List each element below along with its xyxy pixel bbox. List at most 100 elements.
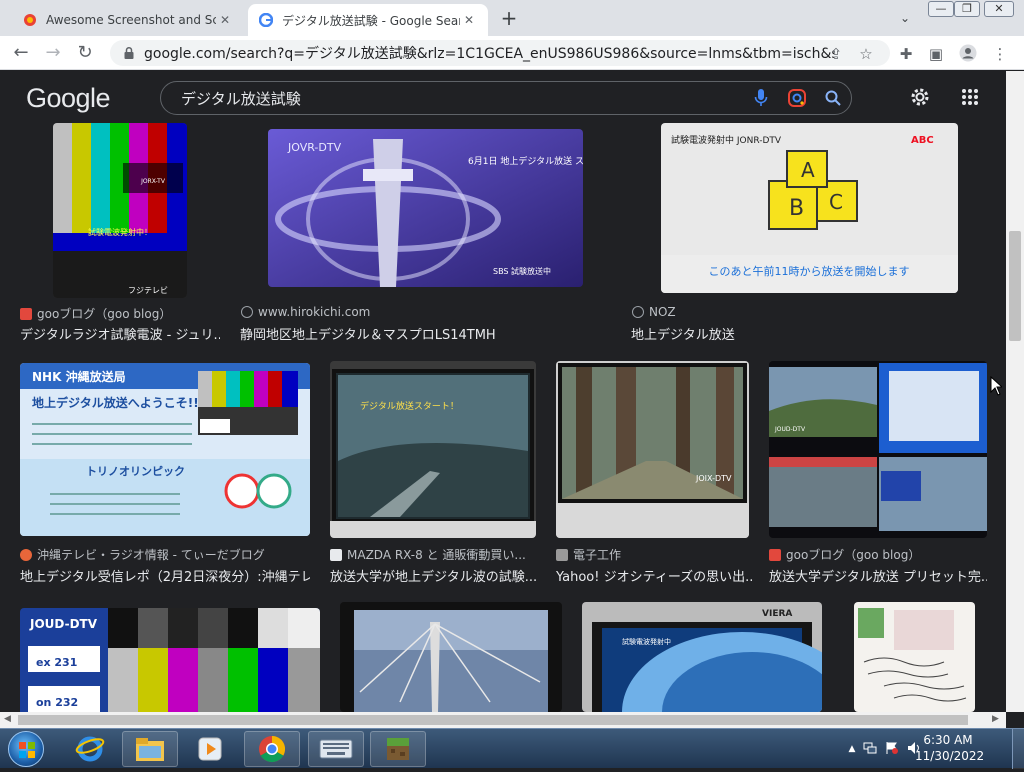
chrome-icon[interactable] [244,731,300,767]
microphone-icon[interactable] [743,81,779,115]
thumb-label: 試験電波発射中！ [88,227,152,237]
result-source[interactable]: gooブログ（goo blog） [20,305,220,322]
share-icon[interactable]: ⇪ [826,44,846,64]
show-hidden-icons-chevron-icon[interactable]: ▲ [845,744,859,754]
reload-icon[interactable]: ↻ [74,42,96,64]
result-source[interactable]: NOZ [632,305,832,319]
image-results-grid: JORX-TV 試験電波発射中！ フジテレビ gooブログ（goo blog） … [0,123,1006,712]
url-text: google.com/search?q=デジタル放送試験&rlz=1C1GCEA… [144,46,834,62]
thumb-label: 6月1日 地上デジタル放送 スタート！！ [468,155,583,167]
show-desktop-button[interactable] [1012,729,1024,769]
start-button[interactable] [8,731,44,767]
forward-arrow-icon[interactable]: → [42,42,64,64]
menu-kebab-icon[interactable]: ⋮ [990,44,1010,64]
keyboard-app-icon[interactable] [308,731,364,767]
result-thumbnail[interactable]: JORX-TV 試験電波発射中！ フジテレビ [53,123,187,298]
site-favicon-icon [330,548,342,561]
result-caption[interactable]: デジタルラジオ試験電波 - ジュリ... [20,324,220,343]
minecraft-icon[interactable] [370,731,426,767]
side-panel-icon[interactable]: ▣ [926,44,946,64]
horizontal-scroll-thumb[interactable] [18,715,968,725]
google-apps-grid-icon[interactable] [958,85,982,109]
result-source[interactable]: MAZDA RX-8 と 通販衝動買い... [330,546,530,563]
thumb-label: SBS 試験放送中 [493,266,551,276]
minimize-button[interactable]: — [928,1,954,17]
result-thumbnail[interactable]: デジタル放送スタート！ [330,361,536,538]
result-thumbnail[interactable] [854,602,975,712]
vertical-scrollbar[interactable] [1006,71,1024,712]
media-player-icon[interactable] [182,731,238,767]
thumb-label: フジテレビ [128,286,168,295]
result-source[interactable]: www.hirokichi.com [241,305,541,319]
result-caption[interactable]: 放送大学デジタル放送 プリセット完... [769,566,987,585]
svg-text:A: A [801,158,815,182]
site-favicon-icon [20,307,32,320]
new-tab-button[interactable]: + [498,8,520,30]
search-input[interactable] [181,89,743,107]
horizontal-scrollbar[interactable]: ◀ ▶ [0,712,1006,728]
result-thumbnail[interactable]: 試験電波発射中 VIERA [582,602,822,712]
restore-button[interactable]: ❐ [954,1,980,17]
result-caption[interactable]: 放送大学が地上デジタル波の試験... [330,566,536,585]
result-thumbnail[interactable]: A B C 試験電波発射中 JONR-DTV ABC このあと午前11時から放送… [661,123,958,293]
result-thumbnail[interactable]: NHK 沖縄放送局 地上デジタル放送へようこそ!! トリノオリンピック [20,363,310,536]
result-thumbnail[interactable]: JOVR-DTV 6月1日 地上デジタル放送 スタート！！ SBS 試験放送中 [268,129,583,287]
back-arrow-icon[interactable]: ← [10,42,32,64]
extensions-puzzle-icon[interactable]: ✚ [896,44,916,64]
awesome-screenshot-icon [22,12,38,28]
bookmark-star-icon[interactable]: ☆ [856,44,876,64]
system-tray: ▲ [845,729,925,769]
tab-title: デジタル放送試験 - Google Search [282,13,460,28]
close-tab-icon[interactable]: ✕ [216,11,234,29]
tab-google-search[interactable]: デジタル放送試験 - Google Search ✕ [248,4,488,36]
thumb-label: 試験電波発射中 JONR-DTV [671,134,782,146]
svg-text:C: C [829,190,843,214]
address-bar[interactable]: google.com/search?q=デジタル放送試験&rlz=1C1GCEA… [110,40,890,66]
tab-bar: Awesome Screenshot and Screen ✕ デジタル放送試験… [0,0,1024,36]
thumb-label: このあと午前11時から放送を開始します [709,264,910,278]
google-g-icon [258,12,274,28]
result-thumbnail[interactable]: JOIX-DTV [556,361,749,538]
mouse-cursor-icon [990,376,1002,396]
result-source[interactable]: 沖縄テレビ・ラジオ情報 - てぃーだブログ [20,546,310,563]
taskbar-clock[interactable]: 6:30 AM 11/30/2022 [915,732,984,764]
thumb-label: JOUD-DTV [29,617,98,631]
internet-explorer-icon[interactable] [62,731,118,767]
result-caption[interactable]: 地上デジタル放送 [631,324,931,343]
svg-text:B: B [789,196,804,221]
tab-awesome-screenshot[interactable]: Awesome Screenshot and Screen ✕ [12,4,244,36]
clock-time: 6:30 AM [923,733,973,747]
result-thumbnail[interactable] [340,602,562,712]
result-caption[interactable]: 静岡地区地上デジタル＆マスプロLS14TMH [240,324,600,343]
tab-search-chevron-icon[interactable]: ⌄ [895,8,915,28]
vertical-scroll-thumb[interactable] [1009,231,1021,341]
thumb-label: on 232 [36,696,78,709]
thumb-label: 試験電波発射中 [622,637,671,646]
thumb-label: トリノオリンピック [86,465,185,478]
scroll-left-arrow-icon[interactable]: ◀ [4,714,11,724]
close-tab-icon[interactable]: ✕ [460,11,478,29]
file-explorer-icon[interactable] [122,731,178,767]
tab-title: Awesome Screenshot and Screen [46,13,216,27]
google-lens-camera-icon[interactable] [779,81,815,115]
result-caption[interactable]: Yahoo! ジオシティーズの思い出... [556,566,752,585]
result-thumbnail[interactable]: JOUD-DTV [769,361,987,538]
settings-gear-icon[interactable] [908,85,932,109]
result-caption[interactable]: 地上デジタル受信レポ（2月2日深夜分）:沖縄テレ... [20,566,310,585]
result-source[interactable]: gooブログ（goo blog） [769,546,987,563]
action-center-flag-icon[interactable] [881,741,903,758]
network-icon[interactable] [859,741,881,758]
scroll-right-arrow-icon[interactable]: ▶ [992,714,999,724]
lock-icon [124,46,134,59]
close-window-button[interactable]: ✕ [984,1,1014,17]
globe-icon [632,306,644,318]
search-icon[interactable] [815,81,851,115]
windows-logo-icon [19,742,35,758]
result-source[interactable]: 電子工作 [556,546,756,563]
google-logo[interactable]: Google [26,83,111,114]
result-thumbnail[interactable]: JOUD-DTV ex 231 on 232 [20,608,320,712]
google-header: Google [0,71,1004,123]
profile-avatar-icon[interactable] [958,44,978,64]
thumb-label: NHK 沖縄放送局 [32,369,126,384]
thumb-label: デジタル放送スタート！ [360,400,459,412]
